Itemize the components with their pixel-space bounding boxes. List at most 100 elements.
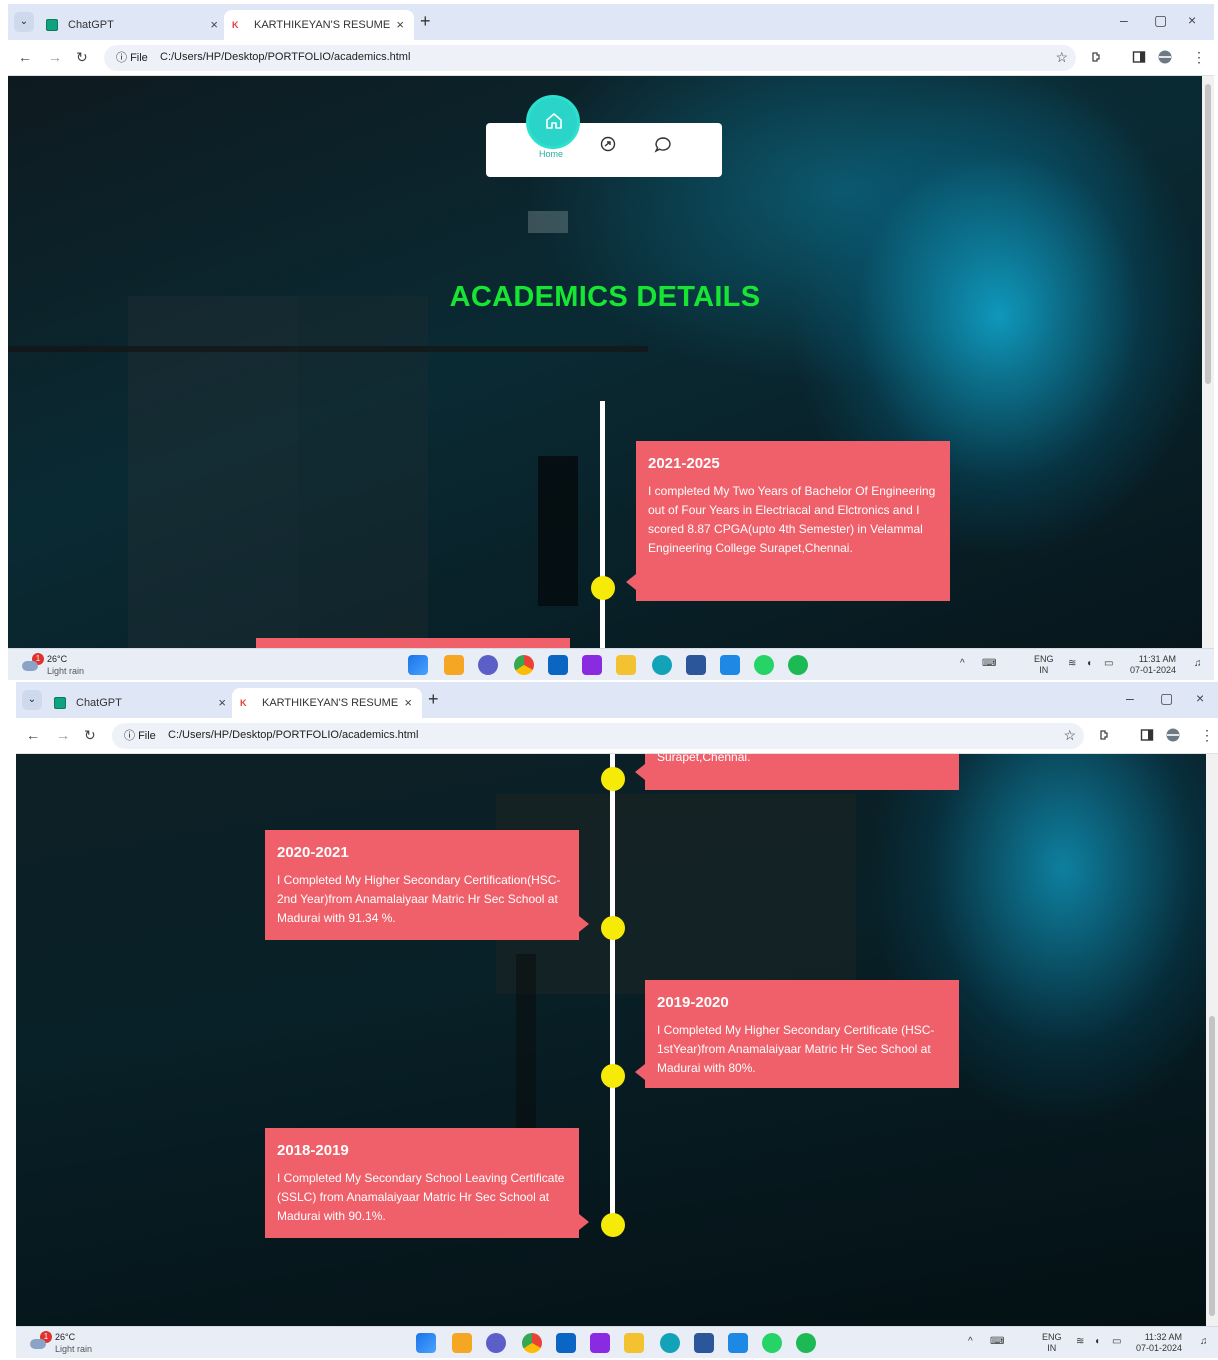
start-icon[interactable]: [408, 655, 428, 675]
wifi-icon[interactable]: ≋: [1076, 1336, 1084, 1347]
tab-close-button[interactable]: ×: [396, 10, 404, 40]
store-icon[interactable]: [590, 1333, 610, 1353]
keyboard-icon[interactable]: ⌨: [990, 1336, 1004, 1347]
new-tab-button[interactable]: +: [420, 11, 431, 32]
tab-close-button[interactable]: ×: [218, 688, 226, 718]
minimize-button[interactable]: –: [1120, 12, 1128, 28]
profile-avatar-icon[interactable]: [1158, 50, 1172, 64]
tab-chatgpt[interactable]: ChatGPT ×: [46, 688, 236, 718]
weather-description[interactable]: Light rain: [55, 1344, 92, 1354]
extensions-icon[interactable]: [1090, 50, 1104, 64]
tab-close-button[interactable]: ×: [210, 10, 218, 40]
site-info-chip[interactable]: ⓘ File: [116, 726, 164, 746]
file-explorer-icon[interactable]: [616, 655, 636, 675]
widgets-icon[interactable]: [452, 1333, 472, 1353]
forward-icon[interactable]: →: [56, 727, 70, 743]
back-icon[interactable]: ←: [26, 727, 40, 743]
minimize-button[interactable]: –: [1126, 690, 1134, 706]
reload-icon[interactable]: ↻: [76, 49, 88, 66]
language-indicator[interactable]: ENG IN: [1034, 654, 1054, 676]
widgets-icon[interactable]: [444, 655, 464, 675]
address-bar[interactable]: ⓘ File C:/Users/HP/Desktop/PORTFOLIO/aca…: [112, 723, 1084, 749]
maximize-button[interactable]: ▢: [1160, 690, 1173, 707]
sidepanel-icon[interactable]: [1132, 50, 1146, 64]
weather-cloud-icon[interactable]: [30, 1339, 46, 1349]
vscode-icon[interactable]: [728, 1333, 748, 1353]
battery-icon[interactable]: ▭: [1112, 1336, 1121, 1347]
reload-icon[interactable]: ↻: [84, 727, 96, 744]
weather-temperature[interactable]: 26°C: [55, 1332, 75, 1342]
system-clock[interactable]: 11:32 AM 07-01-2024: [1136, 1332, 1182, 1354]
tab-label: KARTHIKEYAN'S RESUME: [262, 697, 399, 709]
keyboard-icon[interactable]: ⌨: [982, 658, 996, 669]
card-text: I completed My Two Years of Bachelor Of …: [648, 484, 936, 555]
file-explorer-icon[interactable]: [624, 1333, 644, 1353]
language-indicator[interactable]: ENG IN: [1042, 1332, 1062, 1354]
arrow-circle-icon[interactable]: [600, 136, 616, 152]
extensions-icon[interactable]: [1098, 728, 1112, 742]
url-text[interactable]: C:/Users/HP/Desktop/PORTFOLIO/academics.…: [168, 729, 418, 741]
tab-resume[interactable]: K KARTHIKEYAN'S RESUME ×: [224, 10, 414, 40]
edge-icon[interactable]: [652, 655, 672, 675]
forward-icon[interactable]: →: [48, 49, 62, 65]
nav-home-button[interactable]: [526, 95, 580, 149]
weather-description[interactable]: Light rain: [47, 666, 84, 676]
new-tab-button[interactable]: +: [428, 689, 439, 710]
chat-bubble-icon[interactable]: [654, 136, 672, 154]
notification-bell-icon[interactable]: ♫: [1194, 658, 1202, 669]
weather-cloud-icon[interactable]: [22, 661, 38, 671]
address-toolbar: ← → ↻ ⓘ File C:/Users/HP/Desktop/PORTFOL…: [16, 718, 1218, 754]
scrollbar-thumb[interactable]: [1205, 84, 1211, 384]
spotify-icon[interactable]: [788, 655, 808, 675]
close-window-button[interactable]: ×: [1188, 12, 1196, 28]
wifi-icon[interactable]: ≋: [1068, 658, 1076, 669]
url-text[interactable]: C:/Users/HP/Desktop/PORTFOLIO/academics.…: [160, 51, 410, 63]
word-icon[interactable]: [694, 1333, 714, 1353]
menu-kebab-icon[interactable]: ⋮: [1192, 49, 1206, 66]
vscode-icon[interactable]: [720, 655, 740, 675]
notification-bell-icon[interactable]: ♫: [1200, 1336, 1208, 1347]
tab-search-button[interactable]: ⌄: [14, 12, 34, 32]
tray-chevron-icon[interactable]: ^: [960, 658, 965, 669]
chat-app-icon[interactable]: [478, 655, 498, 675]
volume-icon[interactable]: ◖: [1094, 1336, 1100, 1347]
back-icon[interactable]: ←: [18, 49, 32, 65]
mail-icon[interactable]: [548, 655, 568, 675]
tab-resume[interactable]: K KARTHIKEYAN'S RESUME ×: [232, 688, 422, 718]
scrollbar-thumb[interactable]: [1209, 1016, 1215, 1316]
system-clock[interactable]: 11:31 AM 07-01-2024: [1130, 654, 1176, 676]
tab-close-button[interactable]: ×: [404, 688, 412, 718]
maximize-button[interactable]: ▢: [1154, 12, 1167, 29]
tray-chevron-icon[interactable]: ^: [968, 1336, 973, 1347]
site-info-chip[interactable]: ⓘ File: [108, 48, 156, 68]
whatsapp-icon[interactable]: [754, 655, 774, 675]
menu-kebab-icon[interactable]: ⋮: [1200, 727, 1214, 744]
chrome-icon[interactable]: [522, 1333, 542, 1353]
whatsapp-icon[interactable]: [762, 1333, 782, 1353]
star-icon[interactable]: ☆: [1063, 727, 1076, 744]
store-icon[interactable]: [582, 655, 602, 675]
address-bar[interactable]: ⓘ File C:/Users/HP/Desktop/PORTFOLIO/aca…: [104, 45, 1076, 71]
timeline-card-partial: [256, 638, 570, 648]
address-toolbar: ← → ↻ ⓘ File C:/Users/HP/Desktop/PORTFOL…: [8, 40, 1214, 76]
sidepanel-icon[interactable]: [1140, 728, 1154, 742]
word-icon[interactable]: [686, 655, 706, 675]
spotify-icon[interactable]: [796, 1333, 816, 1353]
vertical-scrollbar[interactable]: [1206, 754, 1218, 1326]
timeline-dot: [601, 916, 625, 940]
tab-chatgpt[interactable]: ChatGPT ×: [38, 10, 228, 40]
tab-search-button[interactable]: ⌄: [22, 690, 42, 710]
chat-app-icon[interactable]: [486, 1333, 506, 1353]
mail-icon[interactable]: [556, 1333, 576, 1353]
battery-icon[interactable]: ▭: [1104, 658, 1113, 669]
close-window-button[interactable]: ×: [1196, 690, 1204, 706]
volume-icon[interactable]: ◖: [1086, 658, 1092, 669]
star-icon[interactable]: ☆: [1055, 49, 1068, 66]
vertical-scrollbar[interactable]: [1202, 76, 1214, 648]
timeline-dot: [601, 1213, 625, 1237]
edge-icon[interactable]: [660, 1333, 680, 1353]
chrome-icon[interactable]: [514, 655, 534, 675]
start-icon[interactable]: [416, 1333, 436, 1353]
weather-temperature[interactable]: 26°C: [47, 654, 67, 664]
profile-avatar-icon[interactable]: [1166, 728, 1180, 742]
